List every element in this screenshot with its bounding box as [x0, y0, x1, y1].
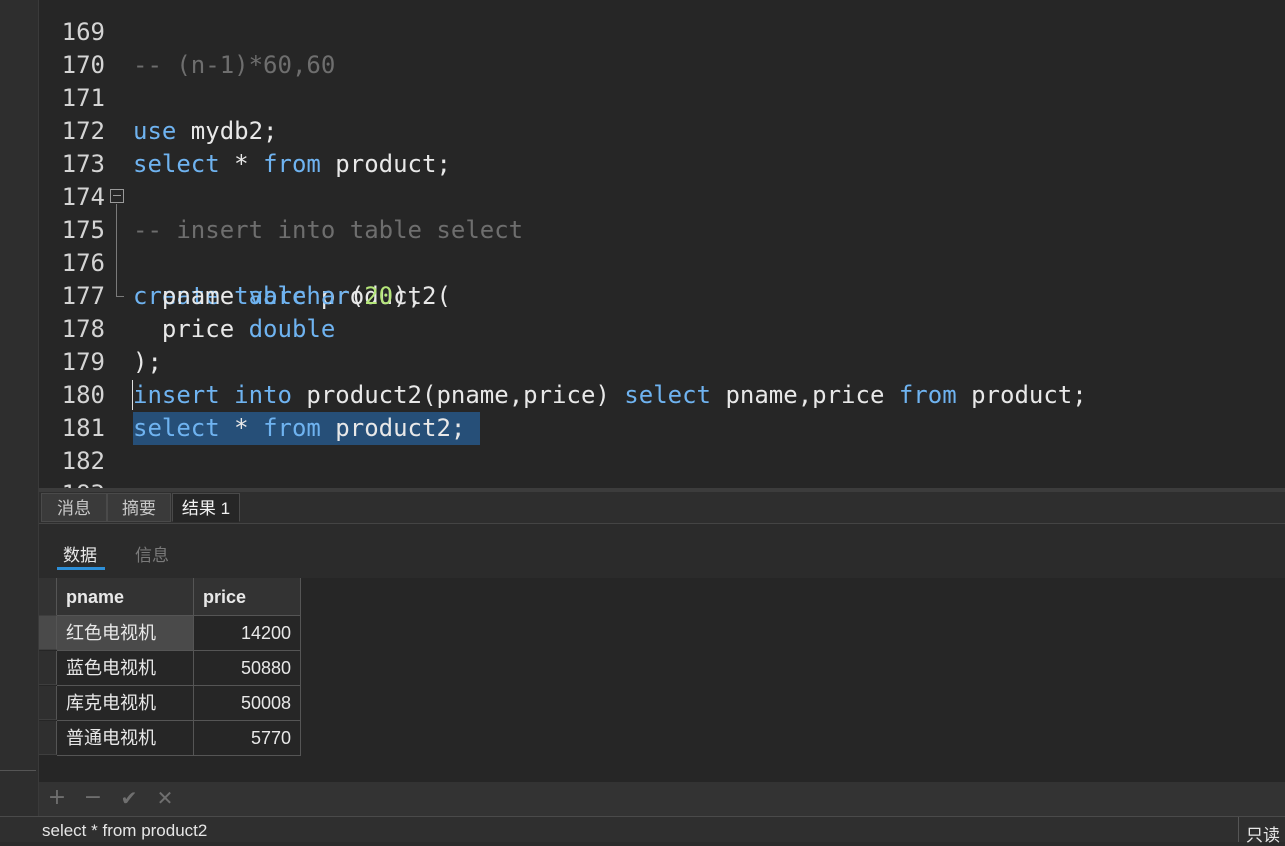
code-line: 176 pname varchar(20), — [39, 214, 1285, 310]
fold-toggle-icon[interactable] — [110, 189, 124, 203]
tab-messages[interactable]: 消息 — [41, 493, 107, 522]
code-line: 174 -- insert into table select — [39, 148, 1285, 244]
column-header-price[interactable]: price — [194, 578, 301, 616]
code-line: 181 — [39, 379, 1285, 442]
add-record-button[interactable]: + — [45, 786, 69, 810]
table-cell[interactable]: 库克电视机 — [57, 686, 194, 721]
table-cell[interactable]: 50880 — [194, 651, 301, 686]
status-query-text: select * from product2 — [42, 821, 208, 840]
code-line: 178 ); — [39, 280, 1285, 376]
column-header-pname[interactable]: pname — [57, 578, 194, 616]
status-divider — [1238, 817, 1239, 842]
code-line: 182 — [39, 412, 1285, 475]
code-line: 179 insert into product2(pname,price) se… — [39, 313, 1285, 409]
code-line: 183 — [39, 445, 1285, 488]
table-cell[interactable]: 50008 — [194, 686, 301, 721]
apply-changes-button[interactable]: ✔ — [117, 786, 141, 810]
tab-summary[interactable]: 摘要 — [107, 493, 171, 522]
line-number: 183 — [39, 478, 105, 488]
table-cell[interactable]: 14200 — [194, 616, 301, 651]
code-line: 173 — [39, 115, 1285, 178]
table-cell[interactable]: 普通电视机 — [57, 721, 194, 756]
code-line: 172 select * from product; — [39, 82, 1285, 178]
subtab-data[interactable]: 数据 — [63, 541, 97, 566]
row-indicator-current[interactable] — [39, 616, 57, 650]
left-panel-strip — [0, 0, 39, 816]
code-line: 171 use mydb2; — [39, 49, 1285, 145]
text-cursor — [132, 380, 133, 410]
sql-editor[interactable]: 169 -- (n-1)*60,60 170 171 use mydb2; 17… — [39, 0, 1285, 488]
code-line: 175 create table product2( — [39, 181, 1285, 310]
code-line: 169 -- (n-1)*60,60 — [39, 0, 1285, 79]
status-bar: select * from product2 只读 — [0, 816, 1285, 845]
read-only-indicator: 只读 — [1246, 826, 1280, 845]
result-tabs: 消息 摘要 结果 1 — [39, 492, 1285, 524]
table-cell[interactable]: 蓝色电视机 — [57, 651, 194, 686]
subtab-info[interactable]: 信息 — [135, 541, 169, 566]
row-indicator[interactable] — [39, 686, 57, 720]
active-subtab-indicator — [57, 567, 105, 570]
result-grid[interactable]: pname price 红色电视机 14200 蓝色电视机 50880 库克电视… — [39, 578, 1285, 782]
code-line: 180 select * from product2; — [39, 346, 1285, 445]
grid-toolbar: + − ✔ ✕ — [39, 782, 1285, 816]
table-cell[interactable]: 红色电视机 — [57, 616, 194, 651]
row-indicator[interactable] — [39, 721, 57, 755]
panel-divider — [0, 770, 36, 771]
table-cell[interactable]: 5770 — [194, 721, 301, 756]
discard-changes-button[interactable]: ✕ — [153, 786, 177, 810]
code-line: 177 price double — [39, 247, 1285, 343]
view-subtabs: 数据 信息 — [39, 524, 1285, 578]
delete-record-button[interactable]: − — [81, 786, 105, 810]
tab-result-1[interactable]: 结果 1 — [172, 493, 240, 522]
grid-corner — [39, 578, 57, 616]
code-line: 170 — [39, 16, 1285, 79]
row-indicator[interactable] — [39, 651, 57, 685]
